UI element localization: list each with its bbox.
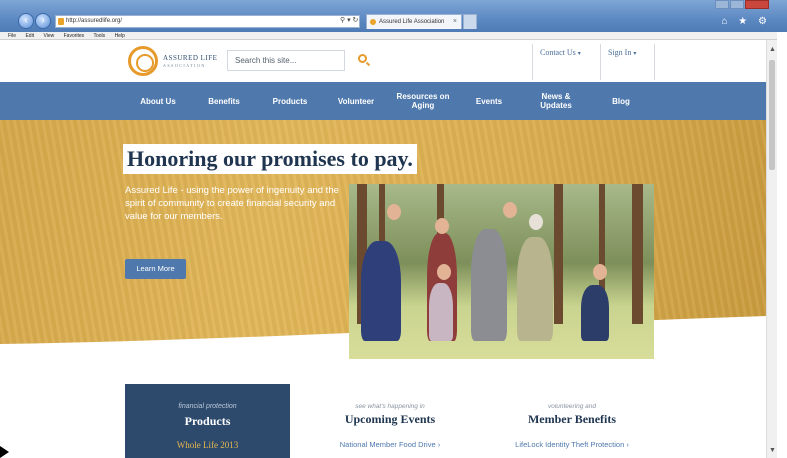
search-icon[interactable] [358,54,367,63]
header-divider [532,44,533,80]
benefits-column: volunteering and Member Benefits LifeLoc… [487,403,657,449]
main-nav: About Us Benefits Products Volunteer Res… [0,82,766,120]
window-edge [777,32,787,458]
father-head [503,202,517,218]
window-controls [714,0,769,10]
events-title: Upcoming Events [344,412,436,426]
boy-figure [581,285,609,341]
browser-menubar: File Edit View Favorites Tools Help [0,32,787,40]
logo-subtitle: ASSOCIATION [163,63,206,68]
events-column: see what's happening in Upcoming Events … [305,403,475,449]
products-kicker: financial protection [178,403,237,410]
site-header: ASSURED LIFE ASSOCIATION Search this sit… [0,40,766,82]
scroll-up-icon[interactable]: ▲ [769,46,776,53]
minimize-button[interactable] [715,0,729,9]
grandfather-figure [361,241,401,341]
hero-copy: Assured Life - using the power of ingenu… [125,185,339,222]
father-figure [471,229,507,341]
contact-us-menu[interactable]: Contact Us ▾ [540,48,581,57]
sign-in-label: Sign In [608,48,632,57]
menu-view[interactable]: View [43,33,54,39]
nav-about-us[interactable]: About Us [130,82,186,120]
grandfather-head [387,204,401,220]
browser-titlebar: ‹ › http://assuredlife.org/ ⚲ ▾ ↻ Assure… [0,0,787,32]
products-link[interactable]: Whole Life 2013 [125,440,290,450]
menu-file[interactable]: File [8,33,16,39]
contact-us-label: Contact Us [540,48,576,57]
menu-help[interactable]: Help [115,33,125,39]
nav-blog[interactable]: Blog [600,82,642,120]
vertical-scrollbar[interactable]: ▲ ▼ [766,40,777,458]
site-favicon-icon [58,18,64,25]
header-divider [654,44,655,80]
logo-icon[interactable] [128,46,158,76]
hero-headline: Honoring our promises to pay. [123,144,417,174]
new-tab-button[interactable] [463,14,477,29]
menu-edit[interactable]: Edit [25,33,34,39]
browser-tab-active[interactable]: Assured Life Association × [366,14,462,29]
address-bar[interactable]: http://assuredlife.org/ [55,15,360,28]
address-url: http://assuredlife.org/ [66,18,123,24]
boy-head [593,264,607,280]
benefits-link[interactable]: LifeLock Identity Theft Protection › [487,440,657,449]
menu-tools[interactable]: Tools [93,33,105,39]
scroll-down-icon[interactable]: ▼ [769,447,776,454]
chevron-down-icon: ▾ [577,51,581,57]
tab-close-icon[interactable]: × [453,15,457,29]
nav-news-updates[interactable]: News & Updates [528,82,584,120]
grandmother-head [529,214,543,230]
tab-title: Assured Life Association [379,19,445,25]
nav-products[interactable]: Products [262,82,318,120]
nav-volunteer[interactable]: Volunteer [328,82,384,120]
site-logo[interactable]: ASSURED LIFE ASSOCIATION [163,54,217,70]
web-page: ASSURED LIFE ASSOCIATION Search this sit… [0,40,766,458]
back-button[interactable]: ‹ [18,13,34,29]
tab-favicon-icon [370,19,376,25]
family-photo [349,184,654,359]
tree [554,184,563,324]
address-tools[interactable]: ⚲ ▾ ↻ [340,15,358,27]
nav-resources-on-aging[interactable]: Resources on Aging [390,82,456,120]
mouse-cursor-icon [0,446,9,458]
mother-head [435,218,449,234]
scroll-thumb[interactable] [769,60,775,170]
forward-button[interactable]: › [35,13,51,29]
chevron-down-icon: ▾ [633,51,637,57]
girl-head [437,264,451,280]
maximize-button[interactable] [730,0,744,9]
products-card[interactable]: financial protection Products Whole Life… [125,384,290,458]
nav-benefits[interactable]: Benefits [198,82,250,120]
menu-favorites[interactable]: Favorites [64,33,85,39]
tree [632,184,643,324]
header-divider [600,44,601,80]
girl-figure [429,283,453,341]
products-title: Products [184,414,231,428]
events-link[interactable]: National Member Food Drive › [305,440,475,449]
benefits-title: Member Benefits [527,412,617,426]
close-window-button[interactable] [745,0,769,9]
home-favorites-settings-icons[interactable]: ⌂ ★ ⚙ [721,16,771,27]
events-kicker: see what's happening in [355,403,425,410]
nav-events[interactable]: Events [466,82,512,120]
logo-name: ASSURED LIFE [163,54,218,62]
grandmother-figure [517,237,553,341]
sign-in-menu[interactable]: Sign In ▾ [608,48,636,57]
benefits-kicker: volunteering and [547,403,597,410]
search-input[interactable]: Search this site... [227,50,345,71]
learn-more-button[interactable]: Learn More [125,259,186,279]
